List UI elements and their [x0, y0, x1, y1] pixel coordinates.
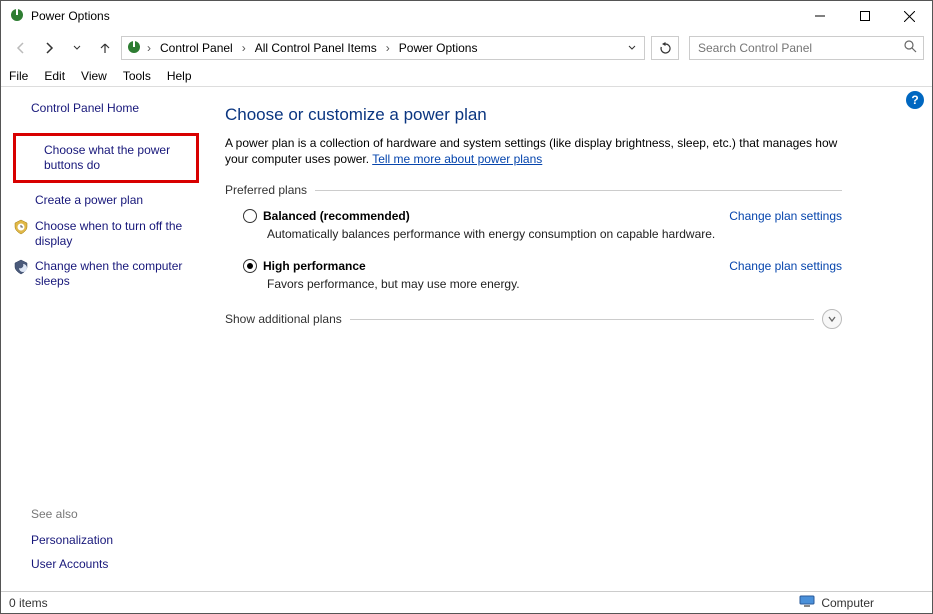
preferred-plans-label: Preferred plans — [225, 183, 307, 197]
sidebar: Control Panel Home Choose what the power… — [1, 87, 209, 591]
breadcrumb-item[interactable]: Control Panel — [156, 39, 237, 57]
maximize-button[interactable] — [842, 1, 887, 31]
plan-name[interactable]: High performance — [263, 259, 366, 273]
show-additional-plans[interactable]: Show additional plans — [225, 309, 842, 329]
menubar: File Edit View Tools Help — [1, 65, 932, 87]
sidebar-item-label: Change when the computer sleeps — [35, 259, 199, 289]
chevron-right-icon[interactable]: › — [383, 41, 393, 55]
sidebar-item-power-buttons[interactable]: Choose what the power buttons do — [13, 133, 199, 183]
forward-button[interactable] — [37, 36, 61, 60]
chevron-down-icon[interactable] — [822, 309, 842, 329]
breadcrumb[interactable]: › Control Panel › All Control Panel Item… — [121, 36, 645, 60]
see-also-user-accounts[interactable]: User Accounts — [31, 557, 199, 571]
computer-icon — [799, 595, 815, 610]
help-icon[interactable]: ? — [906, 91, 924, 109]
recent-dropdown-icon[interactable] — [65, 36, 89, 60]
menu-edit[interactable]: Edit — [44, 69, 65, 83]
search-box[interactable] — [689, 36, 924, 60]
plan-description: Automatically balances performance with … — [267, 227, 842, 241]
minimize-button[interactable] — [797, 1, 842, 31]
up-button[interactable] — [93, 36, 117, 60]
divider — [350, 319, 814, 320]
sidebar-item-create-plan[interactable]: Create a power plan — [13, 193, 199, 209]
breadcrumb-item[interactable]: Power Options — [395, 39, 482, 57]
radio-high-performance[interactable] — [243, 259, 257, 273]
page-description: A power plan is a collection of hardware… — [225, 135, 842, 167]
sidebar-item-sleep[interactable]: Change when the computer sleeps — [13, 259, 199, 289]
window-title: Power Options — [31, 9, 110, 23]
plan-description: Favors performance, but may use more ene… — [267, 277, 842, 291]
show-additional-label: Show additional plans — [225, 312, 342, 326]
statusbar: 0 items Computer — [1, 591, 932, 613]
breadcrumb-item[interactable]: All Control Panel Items — [251, 39, 381, 57]
page-heading: Choose or customize a power plan — [225, 105, 842, 125]
breadcrumb-icon — [126, 39, 142, 58]
see-also-personalization[interactable]: Personalization — [31, 533, 199, 547]
search-input[interactable] — [696, 40, 904, 56]
radio-balanced[interactable] — [243, 209, 257, 223]
blank-icon — [22, 143, 38, 159]
preferred-plans-header: Preferred plans — [225, 183, 842, 197]
tell-me-more-link[interactable]: Tell me more about power plans — [372, 152, 542, 166]
main-content: Choose or customize a power plan A power… — [209, 87, 932, 591]
plan-balanced: Balanced (recommended) Change plan setti… — [243, 209, 842, 241]
sidebar-item-label: Choose what the power buttons do — [44, 143, 190, 173]
plan-name[interactable]: Balanced (recommended) — [263, 209, 410, 223]
divider — [315, 190, 842, 191]
breadcrumb-dropdown-icon[interactable] — [624, 41, 640, 55]
chevron-right-icon[interactable]: › — [239, 41, 249, 55]
see-also-header: See also — [31, 507, 199, 521]
close-button[interactable] — [887, 1, 932, 31]
back-button[interactable] — [9, 36, 33, 60]
titlebar: Power Options — [1, 1, 932, 31]
status-location: Computer — [821, 596, 874, 610]
shield-clock-icon — [13, 219, 29, 235]
menu-view[interactable]: View — [81, 69, 107, 83]
menu-help[interactable]: Help — [167, 69, 192, 83]
plan-high-performance: High performance Change plan settings Fa… — [243, 259, 842, 291]
shield-moon-icon — [13, 259, 29, 275]
chevron-right-icon[interactable]: › — [144, 41, 154, 55]
change-plan-settings-link[interactable]: Change plan settings — [729, 259, 842, 273]
status-item-count: 0 items — [9, 596, 48, 610]
menu-file[interactable]: File — [9, 69, 28, 83]
control-panel-home-link[interactable]: Control Panel Home — [31, 101, 199, 115]
navbar: › Control Panel › All Control Panel Item… — [1, 31, 932, 65]
menu-tools[interactable]: Tools — [123, 69, 151, 83]
sidebar-item-display-off[interactable]: Choose when to turn off the display — [13, 219, 199, 249]
app-icon — [9, 7, 25, 26]
sidebar-item-label: Create a power plan — [35, 193, 143, 208]
sidebar-item-label: Choose when to turn off the display — [35, 219, 199, 249]
search-icon[interactable] — [904, 40, 917, 56]
blank-icon — [13, 193, 29, 209]
refresh-button[interactable] — [651, 36, 679, 60]
body: ? Control Panel Home Choose what the pow… — [1, 87, 932, 591]
change-plan-settings-link[interactable]: Change plan settings — [729, 209, 842, 223]
